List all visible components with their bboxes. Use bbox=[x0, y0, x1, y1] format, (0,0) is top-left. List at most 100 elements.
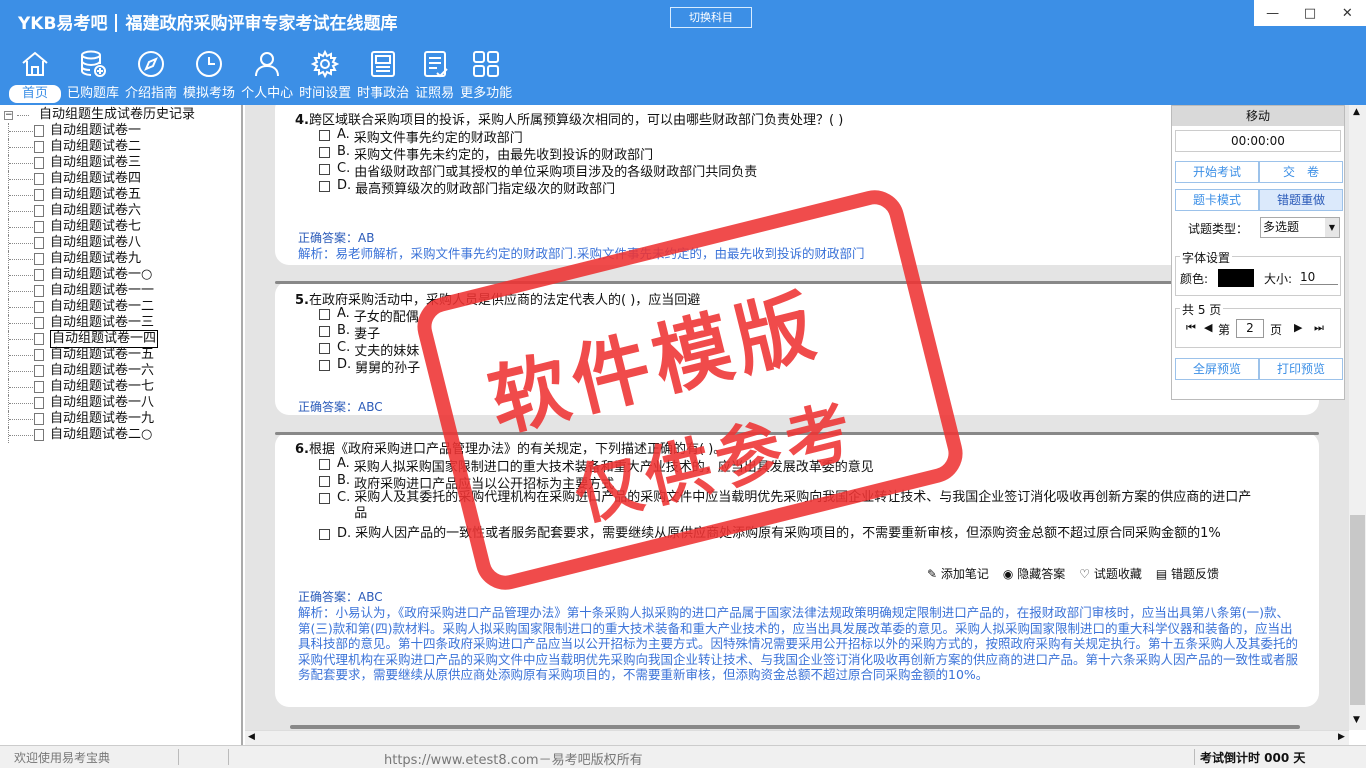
scroll-down-icon[interactable]: ▼ bbox=[1353, 715, 1360, 725]
start-exam-button[interactable]: 开始考试 bbox=[1175, 161, 1259, 183]
option-checkbox[interactable] bbox=[319, 493, 330, 504]
tree-item[interactable]: 自动组题试卷一六 bbox=[4, 363, 195, 379]
tree-item[interactable]: 自动组题试卷一三 bbox=[4, 315, 195, 331]
option-checkbox[interactable] bbox=[319, 181, 330, 192]
minimize-button[interactable]: — bbox=[1254, 0, 1291, 26]
tree-item[interactable]: 自动组题试卷一七 bbox=[4, 379, 195, 395]
tree-item[interactable]: 自动组题试卷九 bbox=[4, 251, 195, 267]
main-nav: 首页 已购题库 介绍指南 模拟考场 个人中心 时间设置 时事政治 证照易 更多功… bbox=[6, 48, 515, 103]
nav-current-affairs[interactable]: 时事政治 bbox=[354, 48, 412, 103]
option-d[interactable]: D. 舅舅的孙子 bbox=[319, 357, 420, 376]
option-checkbox[interactable] bbox=[319, 360, 330, 371]
tree-item[interactable]: 自动组题试卷八 bbox=[4, 235, 195, 251]
maximize-button[interactable]: □ bbox=[1291, 0, 1328, 26]
option-checkbox[interactable] bbox=[319, 459, 330, 470]
tree-item[interactable]: 自动组题试卷四 bbox=[4, 171, 195, 187]
tree-item[interactable]: 自动组题试卷五 bbox=[4, 187, 195, 203]
tree-item[interactable]: 自动组题试卷一九 bbox=[4, 411, 195, 427]
color-label: 颜色: bbox=[1180, 272, 1209, 286]
tree-item-label: 自动组题试卷一 bbox=[50, 123, 142, 138]
nav-label: 个人中心 bbox=[241, 86, 294, 101]
nav-guide[interactable]: 介绍指南 bbox=[122, 48, 180, 103]
submit-exam-button[interactable]: 交 卷 bbox=[1259, 161, 1343, 183]
nav-label: 介绍指南 bbox=[125, 86, 178, 101]
tree-root[interactable]: − 自动组题生成试卷历史记录 bbox=[4, 107, 195, 123]
tree-item[interactable]: 自动组题试卷一 bbox=[4, 123, 195, 139]
option-checkbox[interactable] bbox=[319, 130, 330, 141]
exam-countdown: 考试倒计时 000 天 bbox=[1200, 751, 1306, 765]
option-checkbox[interactable] bbox=[319, 343, 330, 354]
hide-answer-button[interactable]: ◉ 隐藏答案 bbox=[1003, 565, 1065, 582]
nav-mock-exam[interactable]: 模拟考场 bbox=[180, 48, 238, 103]
horizontal-scrollbar[interactable]: ◀ ▶ bbox=[245, 730, 1349, 745]
nav-more[interactable]: 更多功能 bbox=[457, 48, 515, 103]
tree-item-label: 自动组题试卷一一 bbox=[50, 283, 155, 298]
last-page-icon[interactable]: ⏭ bbox=[1314, 321, 1324, 335]
tree-item[interactable]: 自动组题试卷三 bbox=[4, 155, 195, 171]
prev-page-icon[interactable]: ◀ bbox=[1204, 321, 1212, 334]
tree-connector bbox=[8, 283, 34, 299]
tree-item-label: 自动组题试卷八 bbox=[50, 235, 142, 250]
scroll-right-icon[interactable]: ▶ bbox=[1338, 732, 1345, 742]
document-icon bbox=[34, 333, 44, 345]
fullscreen-preview-button[interactable]: 全屏预览 bbox=[1175, 358, 1259, 380]
question-type-select[interactable]: 多选题 ▼ bbox=[1260, 217, 1340, 238]
card-mode-button[interactable]: 题卡模式 bbox=[1175, 189, 1259, 211]
tree-item[interactable]: 自动组题试卷一二 bbox=[4, 299, 195, 315]
page-input[interactable]: 2 bbox=[1236, 319, 1264, 338]
tree-item[interactable]: 自动组题试卷一四 bbox=[4, 330, 195, 348]
option-checkbox[interactable] bbox=[319, 476, 330, 487]
nav-time-settings[interactable]: 时间设置 bbox=[296, 48, 354, 103]
nav-purchased-banks[interactable]: 已购题库 bbox=[64, 48, 122, 103]
gear-icon bbox=[310, 49, 340, 79]
tree-connector bbox=[8, 363, 34, 379]
tree-items: 自动组题试卷一 自动组题试卷二 自动组题试卷三 自动组题试卷四 自动组题试卷五 自动组题试… bbox=[4, 123, 195, 443]
vertical-scrollbar[interactable]: ▲ ▼ bbox=[1349, 105, 1366, 730]
option-checkbox[interactable] bbox=[319, 309, 330, 320]
font-color-swatch[interactable] bbox=[1218, 269, 1254, 287]
first-page-icon[interactable]: ⏮ bbox=[1186, 321, 1196, 335]
panel-title[interactable]: 移动 bbox=[1172, 106, 1344, 126]
tree-item[interactable]: 自动组题试卷一八 bbox=[4, 395, 195, 411]
tree-connector bbox=[8, 331, 34, 347]
tree-item[interactable]: 自动组题试卷六 bbox=[4, 203, 195, 219]
option-checkbox[interactable] bbox=[319, 529, 330, 540]
nav-home[interactable]: 首页 bbox=[6, 48, 64, 103]
close-button[interactable]: ✕ bbox=[1329, 0, 1366, 26]
tree-item[interactable]: 自动组题试卷二○ bbox=[4, 427, 195, 443]
option-c[interactable]: C. 采购人及其委托的采购代理机构在采购进口产品的采购文件中应当载明优先采购向我国… bbox=[319, 490, 1259, 522]
tree-item[interactable]: 自动组题试卷二 bbox=[4, 139, 195, 155]
top-bar: YKB易考吧 福建政府采购评审专家考试在线题库 切换科目 — □ ✕ 首页 已购题… bbox=[0, 0, 1366, 105]
scroll-up-icon[interactable]: ▲ bbox=[1353, 107, 1360, 117]
print-preview-button[interactable]: 打印预览 bbox=[1259, 358, 1343, 380]
switch-subject-button[interactable]: 切换科目 bbox=[670, 7, 752, 28]
redo-wrong-button[interactable]: 错题重做 bbox=[1259, 189, 1343, 211]
option-checkbox[interactable] bbox=[319, 326, 330, 337]
document-icon bbox=[34, 173, 44, 185]
collapse-icon[interactable]: − bbox=[4, 110, 13, 120]
option-checkbox[interactable] bbox=[319, 147, 330, 158]
tree-item-label: 自动组题试卷二 bbox=[50, 139, 142, 154]
favorite-button[interactable]: ♡ 试题收藏 bbox=[1079, 565, 1142, 582]
option-checkbox[interactable] bbox=[319, 164, 330, 175]
tree-item[interactable]: 自动组题试卷一五 bbox=[4, 347, 195, 363]
next-page-icon[interactable]: ▶ bbox=[1294, 321, 1302, 334]
add-note-button[interactable]: ✎ 添加笔记 bbox=[927, 565, 989, 582]
scroll-left-icon[interactable]: ◀ bbox=[248, 732, 255, 742]
option-d[interactable]: D. 最高预算级次的财政部门指定级次的财政部门 bbox=[319, 178, 615, 197]
option-d[interactable]: D. 采购人因产品的一致性或者服务配套要求，需要继续从原供应商处添购原有采购项目的… bbox=[319, 526, 1259, 542]
scroll-thumb[interactable] bbox=[1350, 515, 1365, 705]
tree-item[interactable]: 自动组题试卷一○ bbox=[4, 267, 195, 283]
font-size-input[interactable]: 10 bbox=[1300, 270, 1338, 285]
document-icon bbox=[34, 349, 44, 361]
tree-item[interactable]: 自动组题试卷七 bbox=[4, 219, 195, 235]
correct-answer: 正确答案：ABC bbox=[298, 400, 383, 414]
tree-root-label: 自动组题生成试卷历史记录 bbox=[39, 107, 196, 122]
nav-certificates[interactable]: 证照易 bbox=[412, 48, 457, 103]
nav-personal-center[interactable]: 个人中心 bbox=[238, 48, 296, 103]
tree-connector bbox=[8, 315, 34, 331]
home-icon bbox=[22, 51, 48, 76]
feedback-button[interactable]: ▤ 错题反馈 bbox=[1156, 565, 1219, 582]
tree-item[interactable]: 自动组题试卷一一 bbox=[4, 283, 195, 299]
chevron-down-icon[interactable]: ▼ bbox=[1325, 218, 1339, 237]
